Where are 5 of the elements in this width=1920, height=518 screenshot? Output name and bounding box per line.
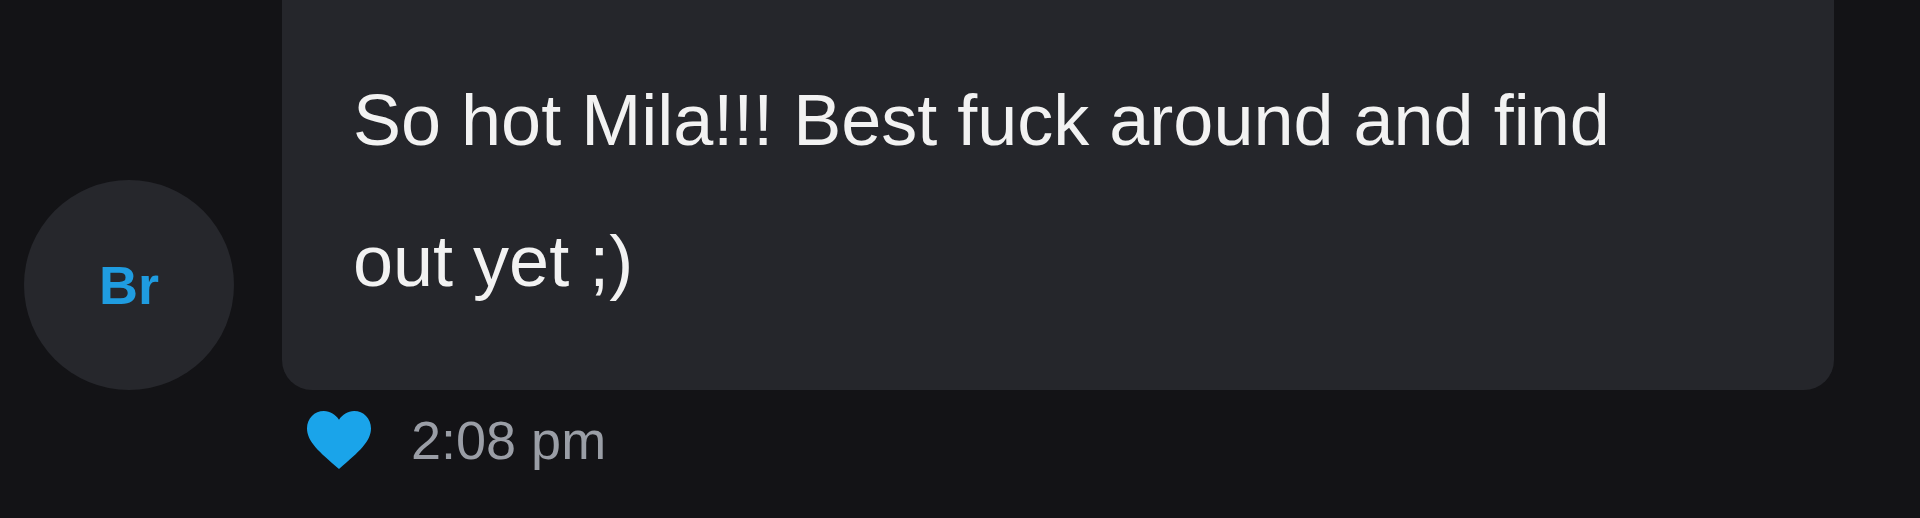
avatar[interactable]: Br [24,180,234,390]
heart-icon[interactable] [304,408,374,472]
message-time: 2:08 pm [411,409,607,471]
avatar-initials: Br [99,254,159,316]
message-text: So hot Mila!!! Best fuck around and find out yet ;) [353,79,1611,303]
